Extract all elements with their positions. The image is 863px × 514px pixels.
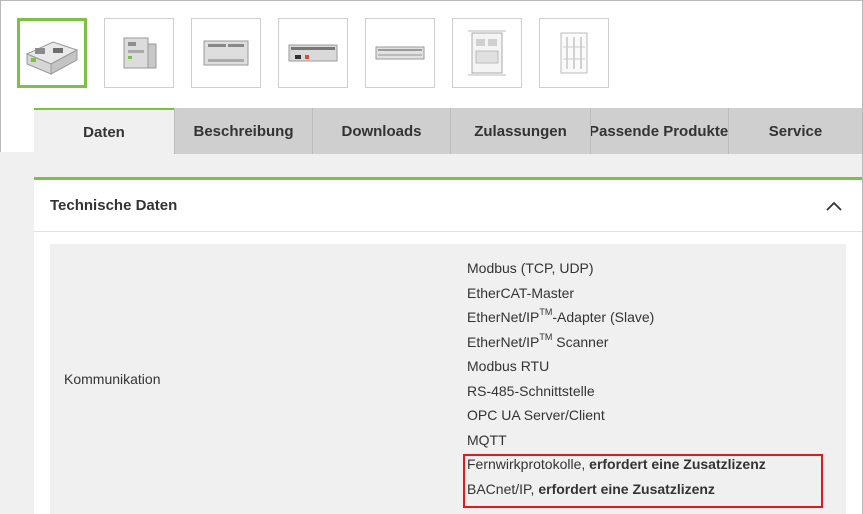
thumbnail-dimension-drawing-2[interactable] (539, 18, 609, 88)
controller-front-icon (123, 37, 157, 69)
tab-label: Beschreibung (193, 122, 294, 140)
spec-label: Kommunikation (64, 371, 161, 387)
tab-service[interactable]: Service (728, 108, 862, 154)
thumbnail-product-photo-4[interactable] (278, 18, 348, 88)
controller-wide-icon (288, 44, 338, 62)
controller-top-icon (203, 40, 249, 66)
technical-drawing-icon (468, 30, 506, 76)
thumbnail-product-photo-2[interactable] (104, 18, 174, 88)
section-title: Technische Daten (50, 197, 178, 214)
controller-device-icon (25, 41, 79, 75)
thumbnail-dimension-drawing-1[interactable] (452, 18, 522, 88)
tab-label: Daten (83, 123, 125, 141)
spec-row-kommunikation: Kommunikation Modbus (TCP, UDP) EtherCAT… (50, 244, 846, 514)
thumbnail-product-photo-5[interactable] (365, 18, 435, 88)
spec-value-opcua: OPC UA Server/Client (467, 407, 605, 423)
highlight-box (463, 454, 823, 508)
tab-label: Passende Produkte (590, 122, 728, 140)
spec-value-ethernetip-scanner: EtherNet/IPTM Scanner (467, 331, 609, 350)
technical-data-panel: Technische Daten Kommunikation Modbus (T… (34, 177, 862, 514)
spec-value-ethercat: EtherCAT-Master (467, 284, 575, 301)
tab-label: Downloads (341, 122, 422, 140)
spec-value-ethernetip-adapter: EtherNet/IPTM-Adapter (Slave) (467, 307, 655, 325)
section-header[interactable]: Technische Daten (34, 180, 862, 232)
tab-label: Service (768, 122, 823, 140)
tab-label: Zulassungen (474, 122, 567, 140)
spec-value-modbus-rtu: Modbus RTU (467, 358, 550, 374)
wiring-diagram-icon (560, 32, 588, 74)
spec-value-mqtt: MQTT (467, 431, 507, 448)
tab-daten[interactable]: Daten (34, 108, 174, 154)
thumbnail-product-photo-1[interactable] (17, 18, 87, 88)
tab-zulassungen[interactable]: Zulassungen (450, 108, 590, 154)
spec-value-rs485: RS-485-Schnittstelle (467, 382, 595, 399)
thumbnail-strip (17, 18, 609, 88)
controller-side-icon (375, 46, 425, 60)
tab-downloads[interactable]: Downloads (312, 108, 450, 154)
chevron-up-icon[interactable] (822, 194, 846, 218)
thumbnail-product-photo-3[interactable] (191, 18, 261, 88)
tab-passende-produkte[interactable]: Passende Produkte (590, 108, 728, 154)
tab-beschreibung[interactable]: Beschreibung (174, 108, 312, 154)
spec-value-modbus-tcp: Modbus (TCP, UDP) (467, 260, 594, 276)
tab-bar: Daten Beschreibung Downloads Zulassungen… (34, 108, 862, 154)
